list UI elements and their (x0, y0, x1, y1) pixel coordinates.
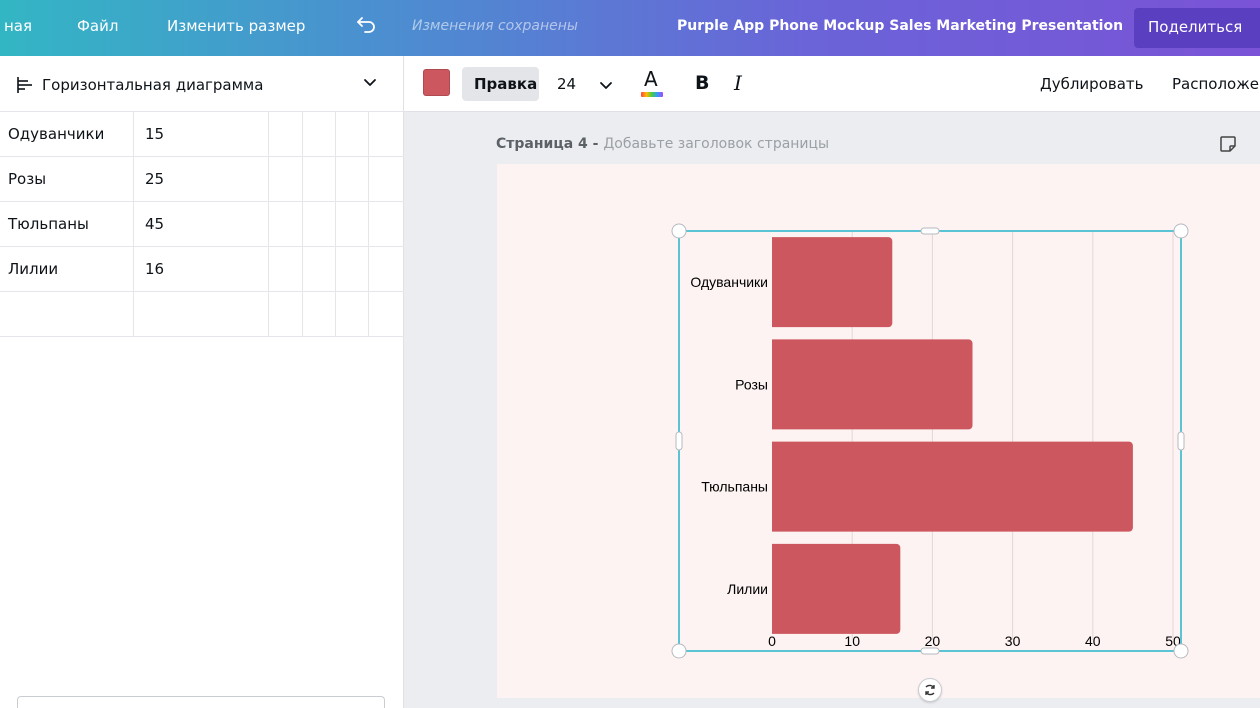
category-label: Одуванчики (690, 274, 768, 290)
italic-button[interactable]: I (734, 71, 742, 95)
bar[interactable] (772, 237, 893, 328)
empty-cell[interactable] (336, 247, 369, 292)
bar[interactable] (772, 339, 973, 430)
edit-button[interactable]: Правка (462, 67, 539, 101)
empty-cell[interactable] (269, 112, 303, 157)
empty-cell[interactable] (369, 202, 404, 247)
arrange-button[interactable]: Расположение (1172, 75, 1260, 93)
empty-cell[interactable] (303, 292, 336, 337)
category-label: Лилии (727, 581, 768, 597)
rainbow-bar (641, 92, 663, 97)
resize-handle-corner[interactable] (1173, 643, 1189, 659)
color-picker[interactable] (423, 69, 450, 96)
rotate-handle[interactable] (918, 678, 942, 702)
document-title[interactable]: Purple App Phone Mockup Sales Marketing … (677, 18, 1123, 34)
page-title-hint[interactable]: Добавьте заголовок страницы (603, 136, 829, 152)
value-cell[interactable]: 45 (134, 202, 269, 247)
resize-handle-corner[interactable] (671, 643, 687, 659)
empty-cell[interactable] (269, 247, 303, 292)
bar[interactable] (772, 543, 901, 634)
text-color-button[interactable]: A (640, 68, 664, 98)
empty-cell[interactable] (303, 157, 336, 202)
value-cell[interactable]: 15 (134, 112, 269, 157)
label-cell[interactable] (0, 292, 134, 337)
bar-chart[interactable]: ОдуванчикиРозыТюльпаныЛилии0 10 20 30 40 50 (497, 164, 1260, 698)
resize-handle-right[interactable] (1177, 431, 1185, 451)
value-cell[interactable]: 25 (134, 157, 269, 202)
home-menu[interactable]: ная (4, 17, 32, 35)
resize-handle-top[interactable] (920, 227, 940, 235)
table-row: Лилии 16 (0, 247, 404, 292)
top-bar: ная Файл Изменить размер Изменения сохра… (0, 0, 1260, 56)
table-row: Тюльпаны 45 (0, 202, 404, 247)
empty-cell[interactable] (336, 112, 369, 157)
font-size-input[interactable]: 24 (557, 75, 576, 93)
bold-button[interactable]: B (695, 72, 709, 94)
chevron-down-icon[interactable] (362, 74, 378, 90)
table-row: Розы 25 (0, 157, 404, 202)
resize-menu[interactable]: Изменить размер (167, 17, 305, 35)
file-menu[interactable]: Файл (77, 17, 118, 35)
empty-cell[interactable] (269, 157, 303, 202)
category-label: Розы (735, 376, 768, 392)
label-cell[interactable]: Лилии (0, 247, 134, 292)
empty-cell[interactable] (369, 292, 404, 337)
empty-cell[interactable] (336, 292, 369, 337)
resize-handle-bottom[interactable] (920, 647, 940, 655)
undo-icon[interactable] (356, 13, 378, 40)
empty-cell[interactable] (336, 202, 369, 247)
chart-type-selector[interactable]: Горизонтальная диаграмма (0, 56, 404, 112)
tick-label: 40 (1085, 633, 1101, 649)
resize-handle-corner[interactable] (671, 223, 687, 239)
bottom-field[interactable] (17, 696, 385, 708)
rotate-icon (925, 684, 935, 696)
empty-cell[interactable] (369, 112, 404, 157)
tick-label: 10 (844, 633, 860, 649)
duplicate-button[interactable]: Дублировать (1040, 75, 1144, 93)
empty-cell[interactable] (303, 247, 336, 292)
editor-toolbar: Правка 24 A B I Дублировать Расположение (404, 56, 1260, 112)
tick-label: 30 (1005, 633, 1021, 649)
empty-cell[interactable] (369, 247, 404, 292)
empty-cell[interactable] (303, 202, 336, 247)
chart-data-panel: Горизонтальная диаграмма Одуванчики 15 Р… (0, 56, 404, 708)
table-row: Одуванчики 15 (0, 112, 404, 157)
page-label[interactable]: Страница 4 - Добавьте заголовок страницы (496, 136, 829, 152)
label-cell[interactable]: Одуванчики (0, 112, 134, 157)
page-separator: - (587, 136, 604, 152)
resize-handle-corner[interactable] (1173, 223, 1189, 239)
design-page[interactable]: Одуванчики Розы Тюльпаны Лилии 0 10 20 30 40 50 (497, 164, 1260, 698)
value-cell[interactable] (134, 292, 269, 337)
chart-type-label: Горизонтальная диаграмма (42, 76, 264, 94)
empty-cell[interactable] (369, 157, 404, 202)
label-cell[interactable]: Тюльпаны (0, 202, 134, 247)
page-number: Страница 4 (496, 136, 588, 152)
empty-cell[interactable] (303, 112, 336, 157)
label-cell[interactable]: Розы (0, 157, 134, 202)
category-label: Тюльпаны (701, 479, 768, 495)
empty-cell[interactable] (269, 202, 303, 247)
notes-icon[interactable] (1218, 134, 1238, 154)
saved-status: Изменения сохранены (412, 18, 578, 34)
share-button[interactable]: Поделиться (1134, 8, 1260, 48)
text-color-icon: A (644, 67, 658, 91)
horizontal-bar-chart-icon (17, 77, 32, 93)
table-row (0, 292, 404, 337)
bar[interactable] (772, 441, 1133, 532)
tick-label: 0 (768, 633, 776, 649)
empty-cell[interactable] (336, 157, 369, 202)
empty-cell[interactable] (269, 292, 303, 337)
tick-label: 20 (925, 633, 941, 649)
chevron-down-icon[interactable] (599, 78, 613, 92)
value-cell[interactable]: 16 (134, 247, 269, 292)
resize-handle-left[interactable] (675, 431, 683, 451)
